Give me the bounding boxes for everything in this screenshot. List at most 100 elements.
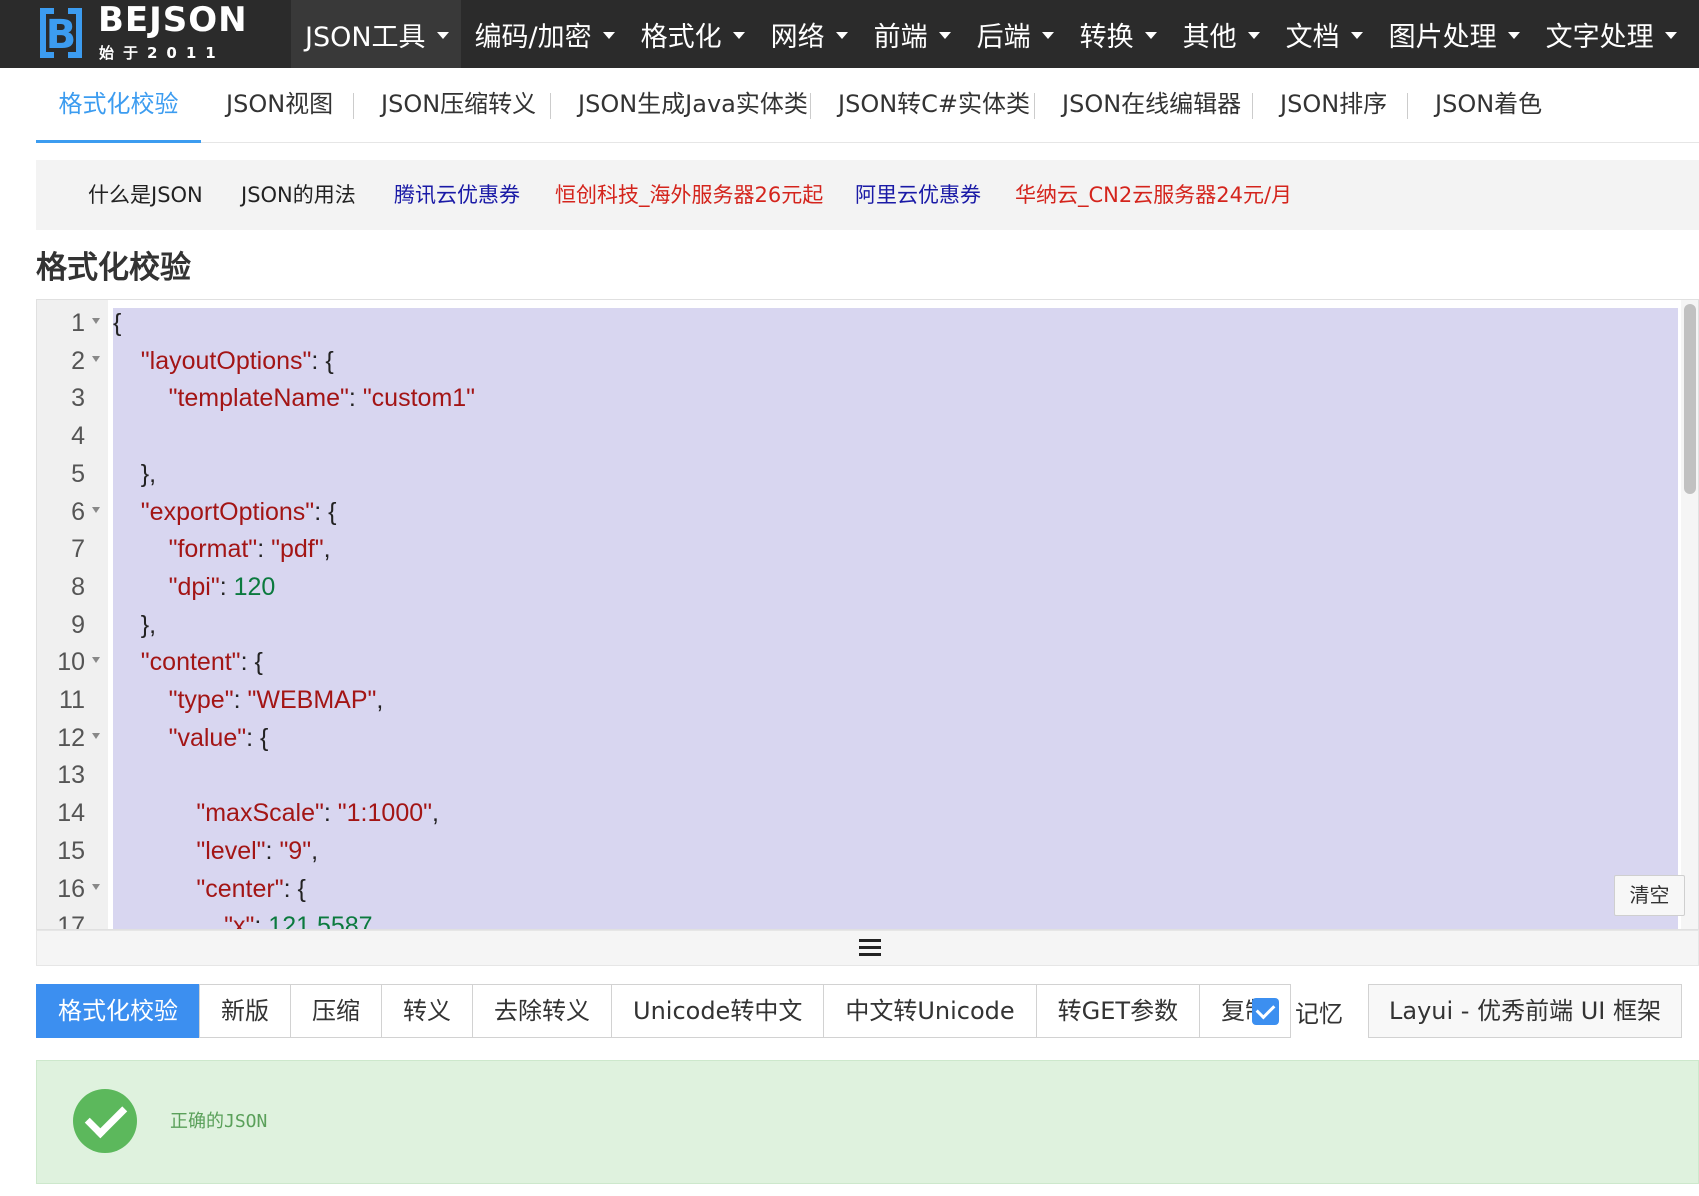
nav-item-label: JSON工具: [305, 21, 426, 53]
nav-item-10[interactable]: 文字处理: [1532, 0, 1689, 68]
toolbar-button-1[interactable]: 新版: [199, 984, 291, 1038]
chevron-down-icon: [1507, 32, 1520, 39]
code-text: "content": {: [140, 648, 263, 677]
tab-divider: [353, 93, 354, 119]
nav-item-8[interactable]: 文档: [1272, 0, 1375, 68]
result-message: 正确的JSON: [170, 1111, 268, 1132]
code-line[interactable]: 1{: [37, 304, 1697, 342]
fold-arrow-icon[interactable]: [92, 355, 100, 362]
json-editor[interactable]: 1{2 "layoutOptions": {3 "templateName": …: [36, 299, 1699, 930]
check-circle-icon: [73, 1089, 137, 1153]
toolbar-button-2[interactable]: 压缩: [290, 984, 382, 1038]
layui-link-button[interactable]: Layui - 优秀前端 UI 框架: [1368, 984, 1682, 1038]
code-line[interactable]: 7 "format": "pdf",: [37, 530, 1697, 568]
nav-item-label: 其他: [1182, 21, 1237, 53]
line-number: 15: [57, 836, 85, 865]
code-line[interactable]: 2 "layoutOptions": {: [37, 342, 1697, 380]
code-line[interactable]: 8 "dpi": 120: [37, 568, 1697, 606]
toolbar-button-4[interactable]: 去除转义: [472, 984, 612, 1038]
code-text: },: [113, 610, 157, 639]
toolbar-button-3[interactable]: 转义: [381, 984, 473, 1038]
tab-1[interactable]: JSON视图: [226, 68, 333, 140]
code-line[interactable]: 17 "x": 121.5587: [37, 907, 1697, 929]
code-text: "layoutOptions": {: [140, 346, 334, 375]
code-line[interactable]: 15 "level": "9",: [37, 832, 1697, 870]
nav-item-label: 文字处理: [1545, 21, 1654, 53]
line-number: 13: [57, 761, 85, 790]
code-line[interactable]: 5 },: [37, 455, 1697, 493]
remember-checkbox[interactable]: [1252, 997, 1279, 1025]
main-nav: JSON工具 编码/加密 格式化 网络 前端 后端 转换 其他 文档 图片处理 文字处理: [291, 0, 1689, 68]
fold-arrow-icon[interactable]: [92, 657, 100, 664]
code-line[interactable]: 4: [37, 417, 1697, 455]
line-number: 5: [71, 459, 85, 488]
tab-0[interactable]: 格式化校验: [36, 68, 201, 143]
chevron-down-icon: [1247, 32, 1260, 39]
nav-item-7[interactable]: 其他: [1169, 0, 1272, 68]
quick-link-1[interactable]: JSON的用法: [241, 160, 356, 230]
chevron-down-icon: [436, 32, 449, 39]
logo[interactable]: B BEJSON 始于2011: [36, 0, 286, 62]
chevron-down-icon: [835, 32, 848, 39]
nav-item-1[interactable]: 编码/加密: [461, 0, 627, 68]
nav-item-4[interactable]: 前端: [860, 0, 963, 68]
fold-arrow-icon[interactable]: [92, 318, 100, 324]
tab-7[interactable]: JSON着色: [1435, 68, 1542, 140]
toolbar-button-0[interactable]: 格式化校验: [36, 984, 200, 1038]
tab-divider: [1034, 93, 1035, 119]
remember-toggle[interactable]: 记忆: [1252, 994, 1343, 1028]
line-number: 2: [71, 346, 85, 375]
toolbar-button-7[interactable]: 转GET参数: [1035, 984, 1201, 1038]
tab-2[interactable]: JSON压缩转义: [381, 68, 536, 140]
quick-link-3[interactable]: 恒创科技_海外服务器26元起: [555, 160, 823, 230]
fold-arrow-icon[interactable]: [92, 506, 100, 513]
nav-item-label: 后端: [976, 21, 1031, 53]
logo-icon: B: [40, 8, 82, 58]
code-line[interactable]: 6 "exportOptions": {: [37, 493, 1697, 531]
quick-link-4[interactable]: 阿里云优惠券: [855, 160, 981, 230]
nav-item-5[interactable]: 后端: [963, 0, 1066, 68]
quick-link-5[interactable]: 华纳云_CN2云服务器24元/月: [1015, 160, 1292, 230]
toolbar-button-5[interactable]: Unicode转中文: [611, 984, 825, 1038]
nav-item-label: 图片处理: [1388, 21, 1497, 53]
code-line[interactable]: 12 "value": {: [37, 719, 1697, 757]
fold-arrow-icon[interactable]: [92, 883, 100, 890]
scrollbar-thumb[interactable]: [1684, 304, 1696, 494]
nav-item-2[interactable]: 格式化: [627, 0, 757, 68]
chevron-down-icon: [602, 32, 615, 39]
fold-arrow-icon[interactable]: [92, 732, 100, 739]
page-title: 格式化校验: [36, 250, 191, 286]
line-number: 9: [71, 610, 85, 639]
chevron-down-icon: [1350, 32, 1363, 39]
nav-item-3[interactable]: 网络: [757, 0, 860, 68]
editor-resize-handle[interactable]: [36, 930, 1699, 966]
nav-item-9[interactable]: 图片处理: [1375, 0, 1532, 68]
editor-scrollbar[interactable]: [1681, 300, 1698, 929]
chevron-down-icon: [732, 32, 745, 39]
quick-link-0[interactable]: 什么是JSON: [88, 160, 203, 230]
quick-link-2[interactable]: 腾讯云优惠券: [394, 160, 520, 230]
clear-button[interactable]: 清空: [1614, 875, 1685, 916]
tab-divider: [550, 93, 551, 119]
nav-item-0[interactable]: JSON工具: [291, 0, 461, 68]
toolbar-button-6[interactable]: 中文转Unicode: [823, 984, 1037, 1038]
nav-item-6[interactable]: 转换: [1066, 0, 1169, 68]
tab-divider: [1407, 93, 1408, 119]
chevron-down-icon: [1041, 32, 1054, 39]
code-line[interactable]: 14 "maxScale": "1:1000",: [37, 794, 1697, 832]
code-line[interactable]: 13: [37, 756, 1697, 794]
code-line[interactable]: 3 "templateName": "custom1": [37, 379, 1697, 417]
nav-item-label: 文档: [1285, 21, 1340, 53]
code-line[interactable]: 10 "content": {: [37, 643, 1697, 681]
tab-3[interactable]: JSON生成Java实体类: [578, 68, 808, 140]
line-number: 4: [71, 422, 85, 451]
tab-5[interactable]: JSON在线编辑器: [1062, 68, 1241, 140]
code-line[interactable]: 11 "type": "WEBMAP",: [37, 681, 1697, 719]
code-text: "exportOptions": {: [140, 497, 337, 526]
tab-divider: [1252, 93, 1253, 119]
code-line[interactable]: 9 },: [37, 606, 1697, 644]
code-line[interactable]: 16 "center": {: [37, 870, 1697, 908]
tab-6[interactable]: JSON排序: [1280, 68, 1387, 140]
top-navbar: B BEJSON 始于2011 JSON工具 编码/加密 格式化 网络 前端 后端 转换 其他…: [0, 0, 1699, 68]
tab-4[interactable]: JSON转C#实体类: [838, 68, 1030, 140]
